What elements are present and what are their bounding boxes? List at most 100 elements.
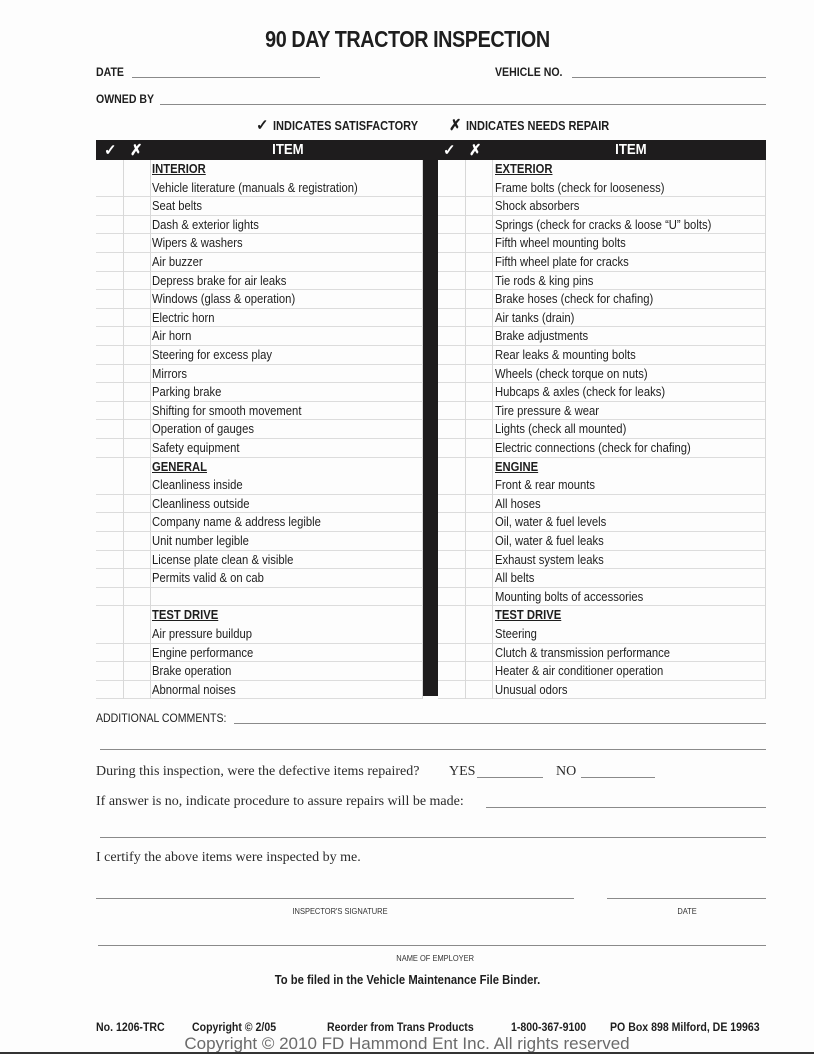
needs-repair-checkbox[interactable] bbox=[465, 383, 492, 401]
needs-repair-checkbox[interactable] bbox=[123, 402, 150, 420]
needs-repair-checkbox[interactable] bbox=[123, 272, 150, 290]
satisfactory-checkbox[interactable] bbox=[96, 272, 123, 290]
needs-repair-checkbox[interactable] bbox=[123, 216, 150, 234]
satisfactory-checkbox[interactable] bbox=[438, 272, 465, 290]
needs-repair-checkbox[interactable] bbox=[123, 495, 150, 513]
satisfactory-checkbox[interactable] bbox=[96, 513, 123, 531]
satisfactory-checkbox[interactable] bbox=[96, 365, 123, 383]
satisfactory-checkbox[interactable] bbox=[438, 327, 465, 345]
satisfactory-checkbox[interactable] bbox=[96, 551, 123, 569]
satisfactory-checkbox[interactable] bbox=[438, 495, 465, 513]
no-field[interactable] bbox=[581, 777, 655, 778]
vehicle-no-field[interactable] bbox=[572, 77, 766, 78]
needs-repair-checkbox[interactable] bbox=[123, 662, 150, 680]
satisfactory-checkbox[interactable] bbox=[438, 420, 465, 438]
satisfactory-checkbox[interactable] bbox=[96, 625, 123, 643]
needs-repair-checkbox[interactable] bbox=[123, 234, 150, 252]
needs-repair-checkbox[interactable] bbox=[123, 439, 150, 457]
satisfactory-checkbox[interactable] bbox=[438, 216, 465, 234]
needs-repair-checkbox[interactable] bbox=[123, 569, 150, 587]
satisfactory-checkbox[interactable] bbox=[438, 588, 465, 606]
needs-repair-checkbox[interactable] bbox=[465, 662, 492, 680]
satisfactory-checkbox[interactable] bbox=[438, 644, 465, 662]
satisfactory-checkbox[interactable] bbox=[438, 197, 465, 215]
needs-repair-checkbox[interactable] bbox=[123, 253, 150, 271]
needs-repair-checkbox[interactable] bbox=[123, 532, 150, 550]
needs-repair-checkbox[interactable] bbox=[465, 179, 492, 197]
needs-repair-checkbox[interactable] bbox=[123, 365, 150, 383]
satisfactory-checkbox[interactable] bbox=[438, 346, 465, 364]
satisfactory-checkbox[interactable] bbox=[438, 551, 465, 569]
needs-repair-checkbox[interactable] bbox=[465, 644, 492, 662]
satisfactory-checkbox[interactable] bbox=[96, 346, 123, 364]
needs-repair-checkbox[interactable] bbox=[123, 588, 150, 606]
needs-repair-checkbox[interactable] bbox=[123, 197, 150, 215]
employer-name-field[interactable] bbox=[98, 945, 766, 946]
needs-repair-checkbox[interactable] bbox=[123, 290, 150, 308]
satisfactory-checkbox[interactable] bbox=[96, 383, 123, 401]
satisfactory-checkbox[interactable] bbox=[438, 253, 465, 271]
needs-repair-checkbox[interactable] bbox=[123, 681, 150, 699]
needs-repair-checkbox[interactable] bbox=[465, 346, 492, 364]
satisfactory-checkbox[interactable] bbox=[96, 327, 123, 345]
yes-field[interactable] bbox=[477, 777, 543, 778]
needs-repair-checkbox[interactable] bbox=[465, 253, 492, 271]
satisfactory-checkbox[interactable] bbox=[438, 476, 465, 494]
needs-repair-checkbox[interactable] bbox=[123, 644, 150, 662]
satisfactory-checkbox[interactable] bbox=[96, 495, 123, 513]
needs-repair-checkbox[interactable] bbox=[123, 625, 150, 643]
satisfactory-checkbox[interactable] bbox=[438, 383, 465, 401]
satisfactory-checkbox[interactable] bbox=[438, 234, 465, 252]
procedure-field-line-1[interactable] bbox=[486, 807, 766, 808]
comments-field-line-1[interactable] bbox=[234, 723, 766, 724]
needs-repair-checkbox[interactable] bbox=[123, 513, 150, 531]
needs-repair-checkbox[interactable] bbox=[465, 402, 492, 420]
satisfactory-checkbox[interactable] bbox=[96, 179, 123, 197]
satisfactory-checkbox[interactable] bbox=[96, 216, 123, 234]
needs-repair-checkbox[interactable] bbox=[123, 309, 150, 327]
needs-repair-checkbox[interactable] bbox=[465, 365, 492, 383]
satisfactory-checkbox[interactable] bbox=[438, 402, 465, 420]
satisfactory-checkbox[interactable] bbox=[438, 513, 465, 531]
procedure-field-line-2[interactable] bbox=[100, 837, 766, 838]
satisfactory-checkbox[interactable] bbox=[96, 253, 123, 271]
needs-repair-checkbox[interactable] bbox=[465, 551, 492, 569]
needs-repair-checkbox[interactable] bbox=[465, 272, 492, 290]
needs-repair-checkbox[interactable] bbox=[465, 420, 492, 438]
needs-repair-checkbox[interactable] bbox=[123, 551, 150, 569]
satisfactory-checkbox[interactable] bbox=[438, 625, 465, 643]
satisfactory-checkbox[interactable] bbox=[96, 439, 123, 457]
needs-repair-checkbox[interactable] bbox=[465, 495, 492, 513]
satisfactory-checkbox[interactable] bbox=[96, 234, 123, 252]
needs-repair-checkbox[interactable] bbox=[465, 309, 492, 327]
needs-repair-checkbox[interactable] bbox=[465, 588, 492, 606]
needs-repair-checkbox[interactable] bbox=[123, 420, 150, 438]
satisfactory-checkbox[interactable] bbox=[96, 644, 123, 662]
satisfactory-checkbox[interactable] bbox=[438, 365, 465, 383]
satisfactory-checkbox[interactable] bbox=[96, 402, 123, 420]
date-field[interactable] bbox=[132, 77, 320, 78]
satisfactory-checkbox[interactable] bbox=[438, 309, 465, 327]
needs-repair-checkbox[interactable] bbox=[465, 625, 492, 643]
needs-repair-checkbox[interactable] bbox=[465, 439, 492, 457]
signature-date-field[interactable] bbox=[607, 898, 766, 899]
needs-repair-checkbox[interactable] bbox=[123, 346, 150, 364]
needs-repair-checkbox[interactable] bbox=[465, 290, 492, 308]
satisfactory-checkbox[interactable] bbox=[438, 439, 465, 457]
needs-repair-checkbox[interactable] bbox=[465, 216, 492, 234]
owned-by-field[interactable] bbox=[160, 104, 766, 105]
satisfactory-checkbox[interactable] bbox=[438, 290, 465, 308]
satisfactory-checkbox[interactable] bbox=[96, 309, 123, 327]
satisfactory-checkbox[interactable] bbox=[96, 662, 123, 680]
satisfactory-checkbox[interactable] bbox=[96, 569, 123, 587]
comments-field-line-2[interactable] bbox=[100, 749, 766, 750]
satisfactory-checkbox[interactable] bbox=[96, 420, 123, 438]
needs-repair-checkbox[interactable] bbox=[465, 234, 492, 252]
needs-repair-checkbox[interactable] bbox=[123, 327, 150, 345]
needs-repair-checkbox[interactable] bbox=[123, 476, 150, 494]
satisfactory-checkbox[interactable] bbox=[96, 588, 123, 606]
satisfactory-checkbox[interactable] bbox=[96, 290, 123, 308]
satisfactory-checkbox[interactable] bbox=[438, 662, 465, 680]
inspector-signature-field[interactable] bbox=[96, 898, 574, 899]
satisfactory-checkbox[interactable] bbox=[438, 569, 465, 587]
